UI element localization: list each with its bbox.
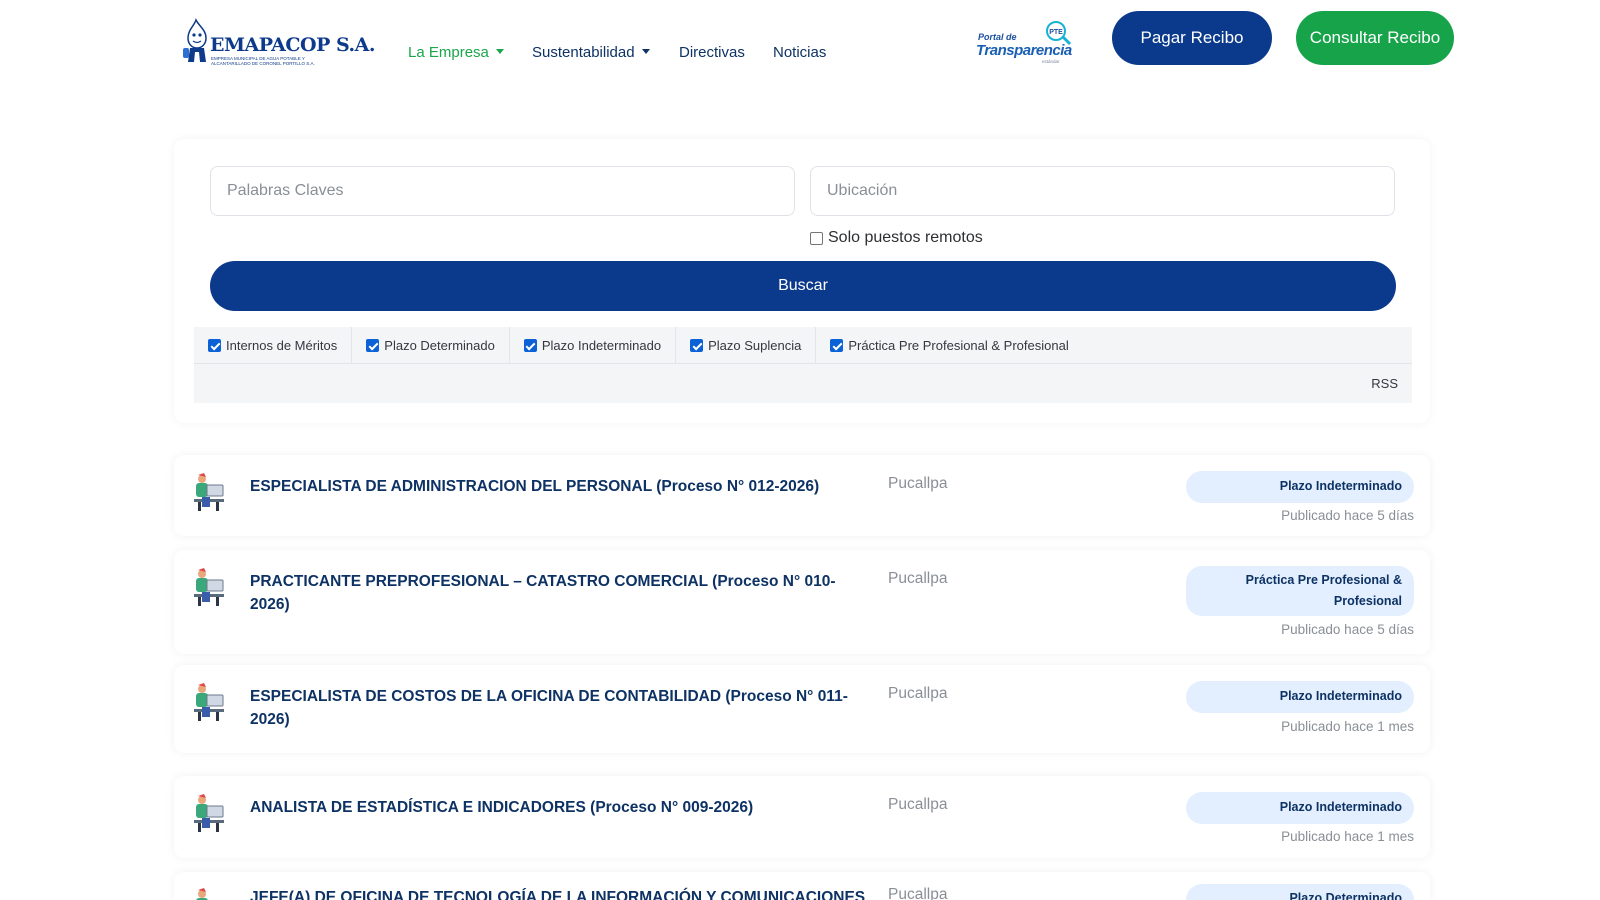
nav-la-empresa[interactable]: La Empresa: [408, 44, 504, 61]
keywords-input[interactable]: Palabras Claves: [210, 166, 795, 216]
job-location: Pucallpa: [888, 886, 948, 900]
filter-practica[interactable]: Práctica Pre Profesional & Profesional: [816, 327, 1082, 364]
job-location: Pucallpa: [888, 475, 948, 492]
remote-only-option[interactable]: Solo puestos remotos: [810, 229, 983, 247]
filter-internos-meritos[interactable]: Internos de Méritos: [194, 327, 353, 364]
job-posted-time: Publicado hace 5 días: [1281, 508, 1414, 523]
filter-label: Práctica Pre Profesional & Profesional: [848, 338, 1069, 353]
job-location: Pucallpa: [888, 685, 948, 702]
job-type-badge: Práctica Pre Profesional & Profesional: [1186, 566, 1414, 616]
filter-label: Plazo Indeterminado: [541, 338, 662, 353]
caret-down-icon: [495, 48, 504, 54]
job-worker-icon: [194, 794, 224, 832]
transparency-tiny: estándar: [1042, 59, 1060, 64]
pay-receipt-button[interactable]: Pagar Recibo: [1112, 11, 1272, 65]
nav-label: Directivas: [679, 44, 745, 61]
logo-text: EMAPACOP S.A.: [210, 34, 376, 56]
filter-checkbox[interactable]: [830, 339, 844, 352]
logo-subtitle: EMPRESA MUNICIPAL DE AGUA POTABLE Y ALCA…: [211, 56, 315, 66]
filter-label: Plazo Suplencia: [708, 338, 802, 353]
nav-label: La Empresa: [408, 44, 489, 61]
remote-only-checkbox[interactable]: [810, 231, 823, 245]
job-type-badge: Plazo Determinado: [1186, 884, 1414, 900]
job-listing[interactable]: ESPECIALISTA DE COSTOS DE LA OFICINA DE …: [174, 665, 1430, 753]
job-worker-icon: [194, 473, 224, 511]
rss-link[interactable]: RSS: [1371, 376, 1398, 391]
job-location: Pucallpa: [888, 796, 948, 813]
company-logo[interactable]: EMAPACOP S.A. EMPRESA MUNICIPAL DE AGUA …: [180, 18, 376, 70]
remote-only-label: Solo puestos remotos: [828, 229, 983, 246]
transparency-portal-logo[interactable]: Portal de Transparencia PTE estándar: [976, 20, 1074, 68]
job-title[interactable]: ESPECIALISTA DE COSTOS DE LA OFICINA DE …: [250, 685, 865, 731]
job-listing[interactable]: ANALISTA DE ESTADÍSTICA E INDICADORES (P…: [174, 776, 1430, 858]
job-title[interactable]: ESPECIALISTA DE ADMINISTRACION DEL PERSO…: [250, 475, 865, 498]
job-title[interactable]: ANALISTA DE ESTADÍSTICA E INDICADORES (P…: [250, 796, 865, 819]
magnifier-icon: PTE: [1046, 21, 1072, 46]
job-listing[interactable]: PRACTICANTE PREPROFESIONAL – CATASTRO CO…: [174, 550, 1430, 654]
filter-plazo-indeterminado[interactable]: Plazo Indeterminado: [510, 327, 677, 364]
job-worker-icon: [194, 683, 224, 721]
water-drop-mascot-icon: [183, 18, 207, 62]
consult-receipt-button[interactable]: Consultar Recibo: [1296, 11, 1454, 65]
job-posted-time: Publicado hace 5 días: [1281, 622, 1414, 637]
job-type-badge: Plazo Indeterminado: [1186, 792, 1414, 824]
filter-label: Plazo Determinado: [384, 338, 495, 353]
nav-noticias[interactable]: Noticias: [773, 44, 826, 61]
filter-label: Internos de Méritos: [226, 338, 338, 353]
transparency-line1: Portal de: [978, 32, 1017, 42]
job-title[interactable]: JEFE(A) DE OFICINA DE TECNOLOGÍA DE LA I…: [250, 886, 910, 900]
job-listing[interactable]: JEFE(A) DE OFICINA DE TECNOLOGÍA DE LA I…: [174, 872, 1430, 900]
job-title[interactable]: PRACTICANTE PREPROFESIONAL – CATASTRO CO…: [250, 570, 865, 616]
filter-row: Internos de Méritos Plazo Determinado Pl…: [194, 327, 1412, 364]
job-type-filters: Internos de Méritos Plazo Determinado Pl…: [194, 327, 1412, 403]
filter-checkbox[interactable]: [366, 339, 380, 352]
job-type-badge: Plazo Indeterminado: [1186, 471, 1414, 503]
filter-plazo-suplencia[interactable]: Plazo Suplencia: [676, 327, 817, 364]
job-location: Pucallpa: [888, 570, 948, 587]
nav-label: Sustentabilidad: [532, 44, 635, 61]
job-worker-icon: [194, 568, 224, 606]
filter-checkbox[interactable]: [523, 339, 537, 352]
nav-sustentabilidad[interactable]: Sustentabilidad: [532, 44, 650, 61]
search-button[interactable]: Buscar: [210, 261, 1396, 311]
job-type-badge: Plazo Indeterminado: [1186, 681, 1414, 713]
job-listing[interactable]: ESPECIALISTA DE ADMINISTRACION DEL PERSO…: [174, 455, 1430, 536]
filter-plazo-determinado[interactable]: Plazo Determinado: [352, 327, 510, 364]
filter-checkbox[interactable]: [208, 339, 221, 352]
job-posted-time: Publicado hace 1 mes: [1281, 719, 1414, 734]
job-posted-time: Publicado hace 1 mes: [1281, 829, 1414, 844]
site-header: EMAPACOP S.A. EMPRESA MUNICIPAL DE AGUA …: [0, 0, 1600, 90]
nav-directivas[interactable]: Directivas: [679, 44, 745, 61]
filter-checkbox[interactable]: [690, 339, 704, 352]
caret-down-icon: [641, 48, 650, 54]
location-input[interactable]: Ubicación: [810, 166, 1395, 216]
job-worker-icon: [196, 888, 208, 900]
pte-badge-text: PTE: [1049, 29, 1063, 36]
job-search-panel: Palabras Claves Ubicación Solo puestos r…: [174, 139, 1430, 423]
nav-label: Noticias: [773, 44, 827, 61]
